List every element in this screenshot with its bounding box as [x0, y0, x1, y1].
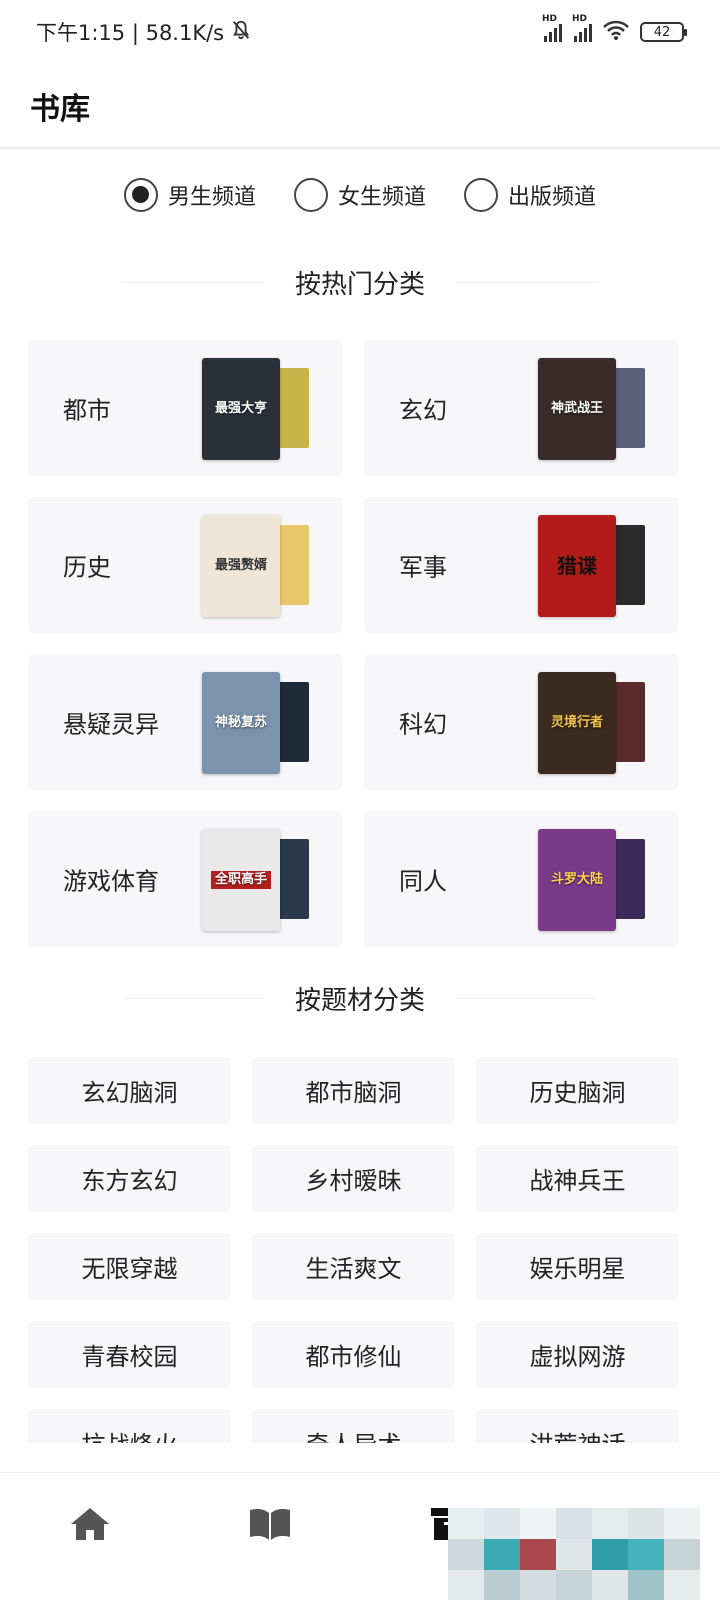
status-right: HD HD 42 — [542, 14, 687, 45]
home-icon[interactable] — [68, 1505, 112, 1547]
radio-unchecked-icon[interactable] — [293, 178, 328, 212]
radio-unchecked-icon[interactable] — [464, 178, 498, 212]
book-cover: 神秘复苏 — [202, 672, 280, 774]
book-cover: 最强赘婿 — [202, 515, 280, 617]
book-cover-title: 神秘复苏 — [214, 714, 267, 730]
book-icon[interactable] — [248, 1506, 292, 1546]
divider — [457, 282, 597, 283]
topic-section-heading: 按题材分类 — [0, 980, 720, 1017]
channel-label: 出版频道 — [508, 185, 597, 210]
category-label: 科幻 — [399, 710, 447, 739]
category-label: 玄幻 — [399, 396, 447, 425]
category-card-youxi[interactable]: 游戏体育 全职高手 — [28, 811, 343, 947]
signal-hd-label: HD — [542, 14, 558, 24]
book-cover-title: 神武战王 — [550, 400, 603, 416]
pixelated-redaction — [448, 1508, 700, 1600]
radio-checked-icon[interactable] — [123, 178, 158, 212]
divider — [122, 998, 263, 999]
nav-bookshelf[interactable] — [240, 1501, 300, 1551]
topic-section-title: 按题材分类 — [294, 986, 425, 1016]
book-cover-title: 全职高手 — [210, 870, 271, 890]
status-bar: 下午1:15 | 58.1K/s HD HD 42 — [0, 0, 720, 64]
app-header: 书库 — [0, 64, 720, 148]
divider — [122, 282, 263, 283]
book-cover: 神武战王 — [538, 358, 616, 460]
channel-label: 女生频道 — [337, 185, 426, 210]
divider — [457, 998, 597, 999]
category-card-lishi[interactable]: 历史 最强赘婿 — [28, 497, 343, 633]
category-card-xuanyi[interactable]: 悬疑灵异 神秘复苏 — [28, 654, 343, 790]
category-label: 历史 — [63, 553, 111, 582]
wifi-icon — [602, 19, 630, 45]
topic-tag[interactable]: 虚拟网游 — [476, 1321, 679, 1388]
signal-hd-label: HD — [572, 14, 588, 24]
category-label: 游戏体育 — [63, 867, 159, 896]
battery-level: 42 — [653, 24, 671, 40]
status-left: 下午1:15 | 58.1K/s — [36, 17, 252, 47]
channel-selector: 男生频道 女生频道 出版频道 — [0, 178, 720, 212]
mute-bell-icon — [230, 19, 252, 46]
battery-icon: 42 — [640, 22, 687, 42]
category-card-junshi[interactable]: 军事 猎谍 — [364, 497, 679, 633]
topic-tag[interactable]: 历史脑洞 — [476, 1057, 679, 1124]
hot-section-heading: 按热门分类 — [0, 264, 720, 301]
book-cover: 全职高手 — [202, 829, 280, 931]
book-cover-title: 最强大亨 — [214, 400, 267, 416]
book-cover: 灵境行者 — [538, 672, 616, 774]
book-cover: 最强大亨 — [202, 358, 280, 460]
signal-icon: HD — [542, 14, 562, 42]
category-label: 军事 — [399, 553, 447, 582]
book-cover: 斗罗大陆 — [538, 829, 616, 931]
topic-tag[interactable]: 战神兵王 — [476, 1145, 679, 1212]
topic-tag[interactable]: 乡村暧昧 — [252, 1145, 455, 1212]
hot-category-grid: 都市 最强大亨 玄幻 神武战王 历史 最强赘婿 军事 猎谍 悬疑灵异 神秘复苏 … — [28, 340, 679, 947]
topic-tag[interactable]: 都市修仙 — [252, 1321, 455, 1388]
topic-tag[interactable]: 抗战烽火 — [28, 1409, 231, 1443]
topic-tag[interactable]: 洪荒神话 — [476, 1409, 679, 1443]
book-cover-title: 猎谍 — [557, 554, 597, 578]
category-card-dushi[interactable]: 都市 最强大亨 — [28, 340, 343, 476]
signal-icon: HD — [572, 14, 592, 42]
channel-option-male[interactable]: 男生频道 — [123, 178, 256, 212]
book-cover-title: 最强赘婿 — [214, 557, 267, 573]
hot-section-title: 按热门分类 — [294, 270, 425, 300]
topic-tag[interactable]: 青春校园 — [28, 1321, 231, 1388]
category-label: 同人 — [399, 867, 447, 896]
topic-tag[interactable]: 东方玄幻 — [28, 1145, 231, 1212]
topic-tag[interactable]: 都市脑洞 — [252, 1057, 455, 1124]
page-title: 书库 — [30, 91, 90, 127]
book-cover: 猎谍 — [538, 515, 616, 617]
topic-tag[interactable]: 娱乐明星 — [476, 1233, 679, 1300]
topic-grid: 玄幻脑洞 都市脑洞 历史脑洞 东方玄幻 乡村暧昧 战神兵王 无限穿越 生活爽文 … — [28, 1057, 679, 1443]
category-card-xuanhuan[interactable]: 玄幻 神武战王 — [364, 340, 679, 476]
status-time-speed: 下午1:15 | 58.1K/s — [36, 21, 225, 45]
category-card-tongren[interactable]: 同人 斗罗大陆 — [364, 811, 679, 947]
topic-tag[interactable]: 生活爽文 — [252, 1233, 455, 1300]
book-cover-title: 灵境行者 — [550, 714, 603, 730]
topic-tag[interactable]: 无限穿越 — [28, 1233, 231, 1300]
nav-home[interactable] — [60, 1501, 120, 1551]
category-label: 悬疑灵异 — [63, 710, 159, 739]
channel-option-female[interactable]: 女生频道 — [293, 178, 426, 212]
channel-label: 男生频道 — [167, 185, 256, 210]
category-label: 都市 — [63, 396, 111, 425]
topic-tag[interactable]: 奇人异术 — [252, 1409, 455, 1443]
book-cover-title: 斗罗大陆 — [550, 871, 603, 887]
topic-tag[interactable]: 玄幻脑洞 — [28, 1057, 231, 1124]
category-card-kehuan[interactable]: 科幻 灵境行者 — [364, 654, 679, 790]
channel-option-publish[interactable]: 出版频道 — [464, 178, 596, 212]
